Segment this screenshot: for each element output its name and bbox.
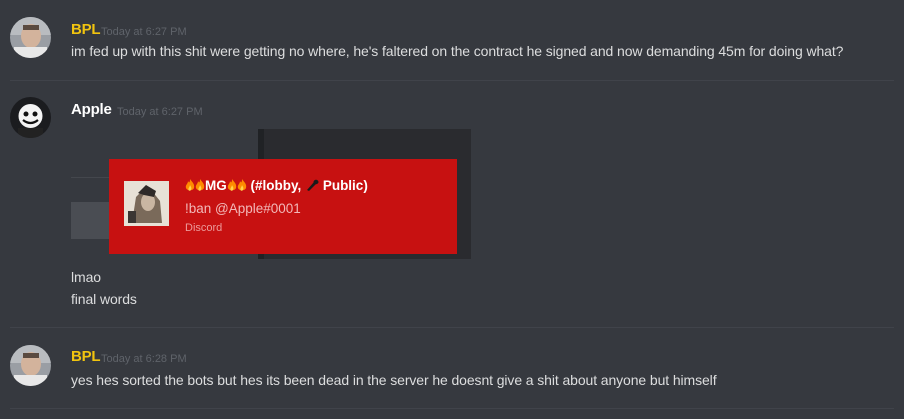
card-footer: Discord [185, 222, 223, 234]
message-divider [10, 80, 894, 81]
username[interactable]: Apple [71, 101, 112, 118]
message-text: im fed up with this shit were getting no… [71, 43, 844, 59]
timestamp: Today at 6:27 PM [101, 26, 187, 38]
avatar[interactable] [10, 345, 51, 386]
card-title-public: Public) [322, 178, 368, 193]
chat-messages: BPL Today at 6:27 PM im fed up with this… [0, 0, 904, 419]
fire-icon [227, 179, 237, 192]
message-divider [10, 408, 894, 409]
avatar[interactable] [10, 17, 51, 58]
fire-icon [237, 179, 247, 192]
message-text: yes hes sorted the bots but hes its been… [71, 372, 717, 388]
attached-screenshot[interactable]: MG (#lobby, Public) !ban @Apple#0001 Dis… [71, 129, 471, 259]
card-command: !ban @Apple#0001 [185, 201, 301, 216]
username[interactable]: BPL [71, 348, 101, 365]
timestamp: Today at 6:27 PM [117, 106, 203, 118]
notification-card: MG (#lobby, Public) !ban @Apple#0001 Dis… [109, 159, 457, 254]
screenshot-line [71, 177, 111, 178]
username[interactable]: BPL [71, 21, 101, 38]
timestamp: Today at 6:28 PM [101, 353, 187, 365]
screenshot-gray-block [71, 202, 111, 239]
card-thumbnail-icon [124, 181, 169, 226]
fire-icon [185, 179, 195, 192]
card-title: MG (#lobby, Public) [185, 178, 368, 193]
card-title-channel: (#lobby, [250, 178, 302, 193]
avatar[interactable] [10, 97, 51, 138]
message-text: lmao [71, 269, 101, 285]
message-text: final words [71, 291, 137, 307]
fire-icon [195, 179, 205, 192]
microphone-icon [305, 179, 319, 192]
message-divider [10, 327, 894, 328]
card-title-server: MG [205, 178, 227, 193]
